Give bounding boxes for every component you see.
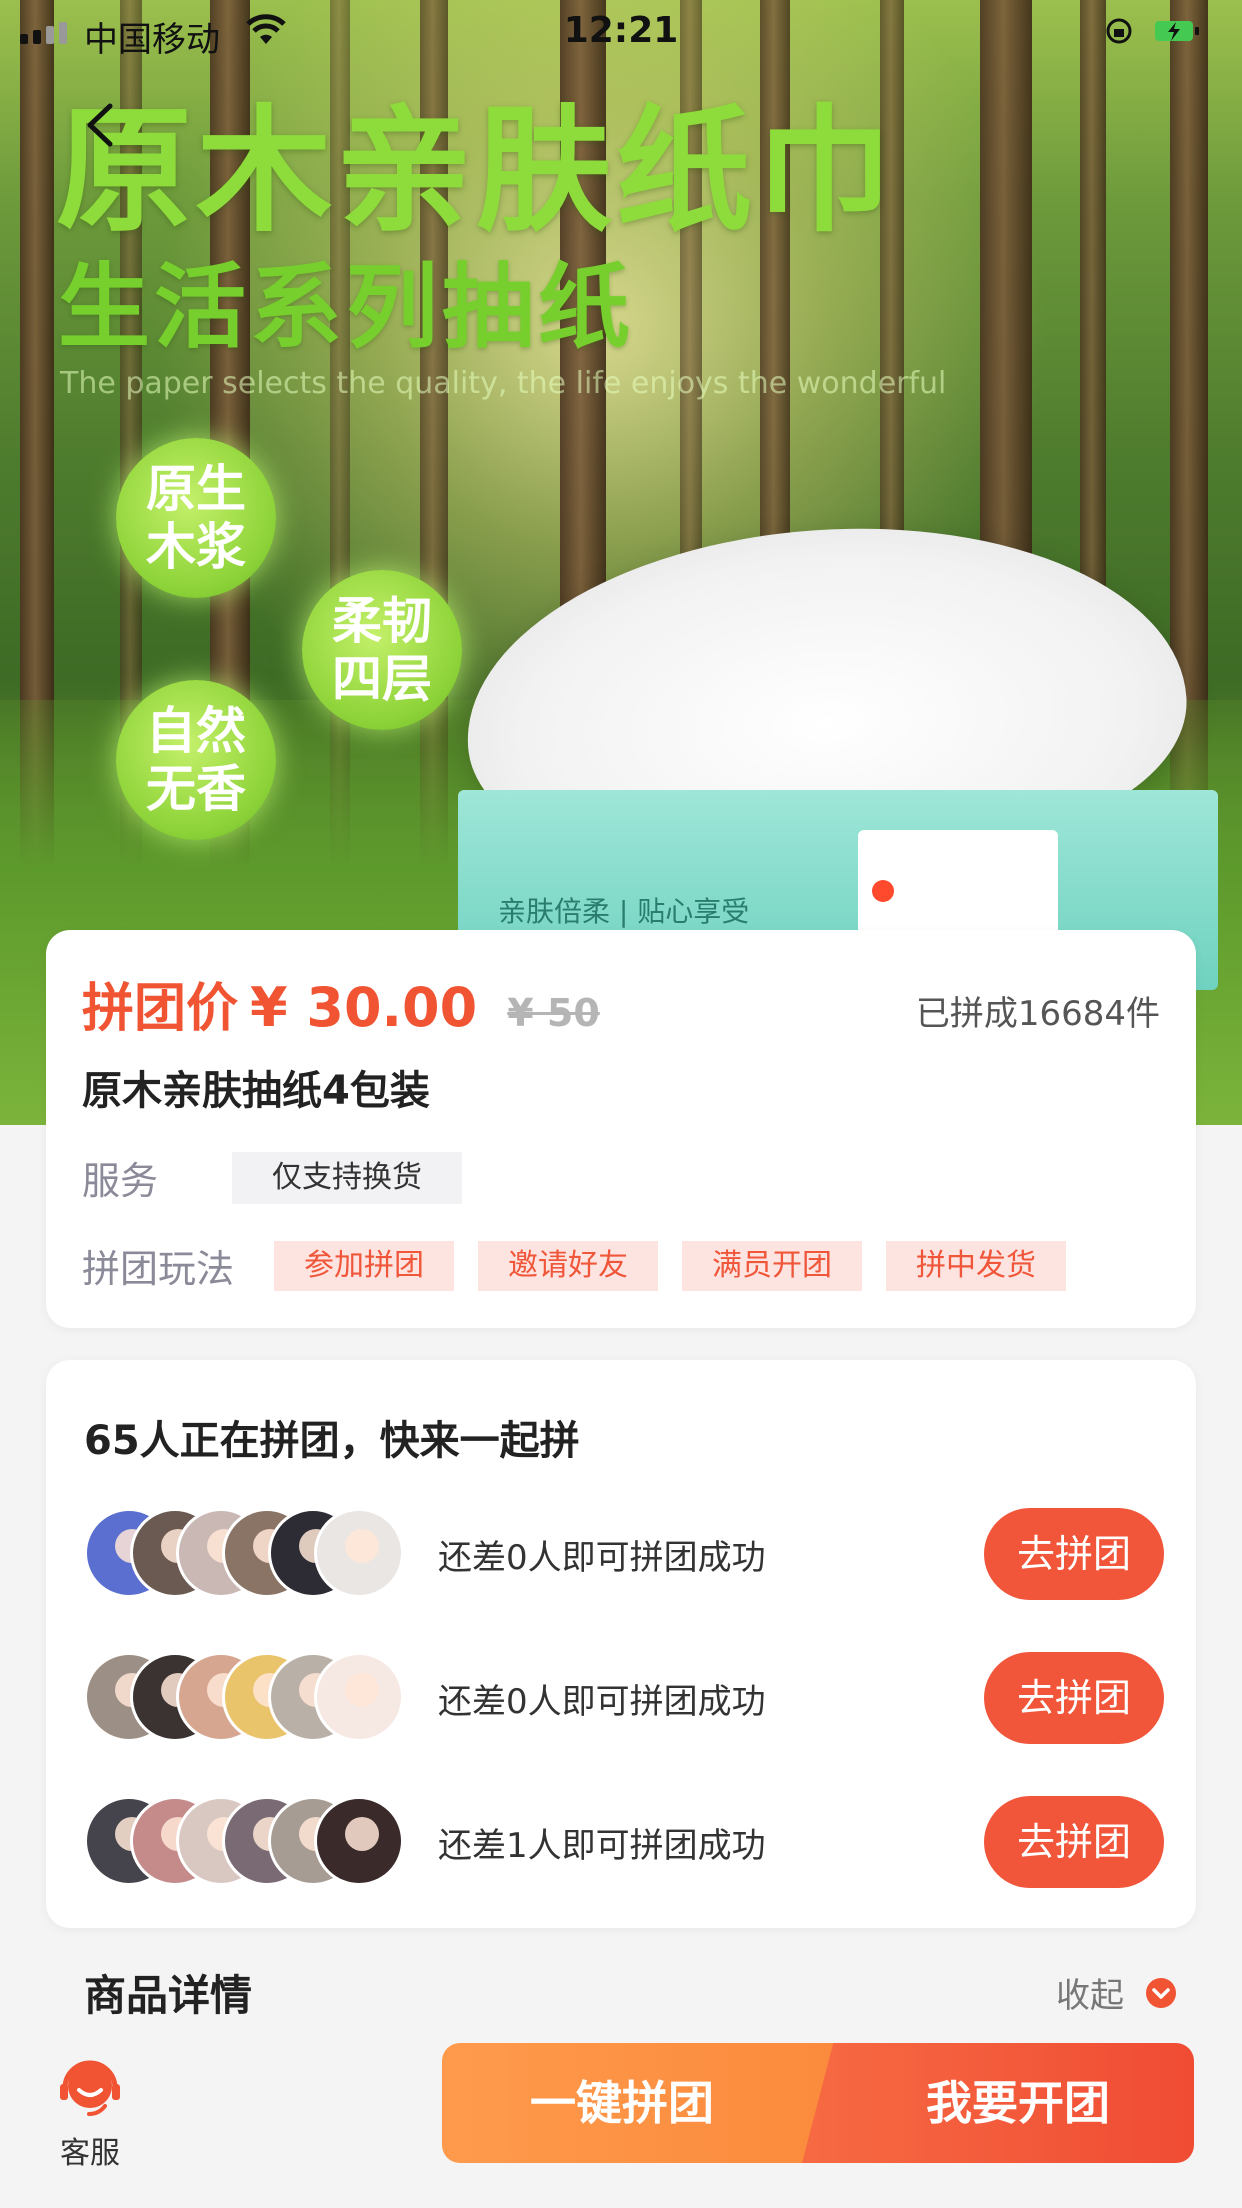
rule-step: 邀请好友	[478, 1240, 658, 1291]
headset-icon	[60, 2060, 120, 2116]
price-label: 拼团价	[82, 979, 239, 1039]
group-status: 还差0人即可拼团成功	[438, 1537, 766, 1578]
price-card: 拼团价 ¥ 30.00 ¥ 50 已拼成16684件 原木亲肤抽纸4包装 服务 …	[46, 930, 1196, 1328]
group-status: 还差1人即可拼团成功	[438, 1825, 766, 1866]
group-rules-label: 拼团玩法	[82, 1247, 235, 1291]
rule-step: 拼中发货	[886, 1240, 1066, 1291]
avatar	[314, 1508, 404, 1598]
box-slogan: 亲肤倍柔 | 贴心享受	[498, 895, 750, 928]
bottom-action-bar: 客服 一键拼团 我要开团	[0, 2028, 1242, 2208]
group-list-card: 65人正在拼团，快来一起拼 还差0人即可拼团成功 去拼团 还差0人即可拼团成功 …	[46, 1360, 1196, 1928]
status-bar: 中国移动 12:21	[0, 0, 1242, 66]
feature-badge: 原生木浆	[116, 438, 276, 598]
service-tag: 仅支持换货	[232, 1151, 462, 1204]
service-label: 服务	[82, 1159, 159, 1203]
group-rules-row: 拼团玩法 参加拼团 邀请好友 满员开团 拼中发货	[82, 1238, 1090, 1293]
start-group-button[interactable]: 我要开团	[802, 2043, 1194, 2163]
join-group-button[interactable]: 去拼团	[984, 1652, 1164, 1744]
product-title: 原木亲肤抽纸4包装	[82, 1068, 430, 1114]
collapse-toggle[interactable]: 收起	[1056, 1968, 1176, 2017]
hero-subtitle: 生活系列抽纸	[58, 254, 635, 361]
feature-badge: 自然无香	[116, 680, 276, 840]
orientation-lock-icon	[1106, 18, 1132, 44]
customer-service-label: 客服	[60, 2136, 120, 2171]
battery-icon	[1155, 21, 1199, 41]
avatar-stack	[84, 1796, 424, 1888]
group-status: 还差0人即可拼团成功	[438, 1681, 766, 1722]
avatar	[314, 1652, 404, 1742]
box-brand-logo	[858, 830, 1058, 940]
feature-badge: 柔韧四层	[302, 570, 462, 730]
price-row: 拼团价 ¥ 30.00 ¥ 50	[82, 966, 600, 1041]
join-group-button[interactable]: 去拼团	[984, 1508, 1164, 1600]
rule-step: 满员开团	[682, 1240, 862, 1291]
group-list-title: 65人正在拼团，快来一起拼	[84, 1418, 580, 1464]
clock: 12:21	[563, 10, 679, 51]
hero-tagline: The paper selects the quality, the life …	[60, 366, 947, 401]
sold-count: 已拼成16684件	[915, 994, 1160, 1034]
hero-title: 原木亲肤纸巾	[56, 93, 896, 251]
group-row: 还差0人即可拼团成功 去拼团	[84, 1650, 1164, 1746]
service-row: 服务 仅支持换货	[82, 1150, 462, 1205]
join-group-button[interactable]: 去拼团	[984, 1796, 1164, 1888]
collapse-label: 收起	[1056, 1976, 1124, 2016]
back-arrow-icon[interactable]	[80, 100, 120, 150]
customer-service-button[interactable]: 客服	[50, 2054, 130, 2172]
chevron-down-icon	[1146, 1977, 1176, 2008]
details-title: 商品详情	[84, 1971, 253, 2020]
avatar	[314, 1796, 404, 1886]
group-row: 还差1人即可拼团成功 去拼团	[84, 1794, 1164, 1890]
rule-step: 参加拼团	[274, 1240, 454, 1291]
group-price: ¥ 30.00	[250, 976, 478, 1039]
group-row: 还差0人即可拼团成功 去拼团	[84, 1506, 1164, 1602]
one-click-group-button[interactable]: 一键拼团	[442, 2043, 842, 2163]
avatar-stack	[84, 1652, 424, 1744]
original-price: ¥ 50	[507, 991, 600, 1035]
avatar-stack	[84, 1508, 424, 1600]
